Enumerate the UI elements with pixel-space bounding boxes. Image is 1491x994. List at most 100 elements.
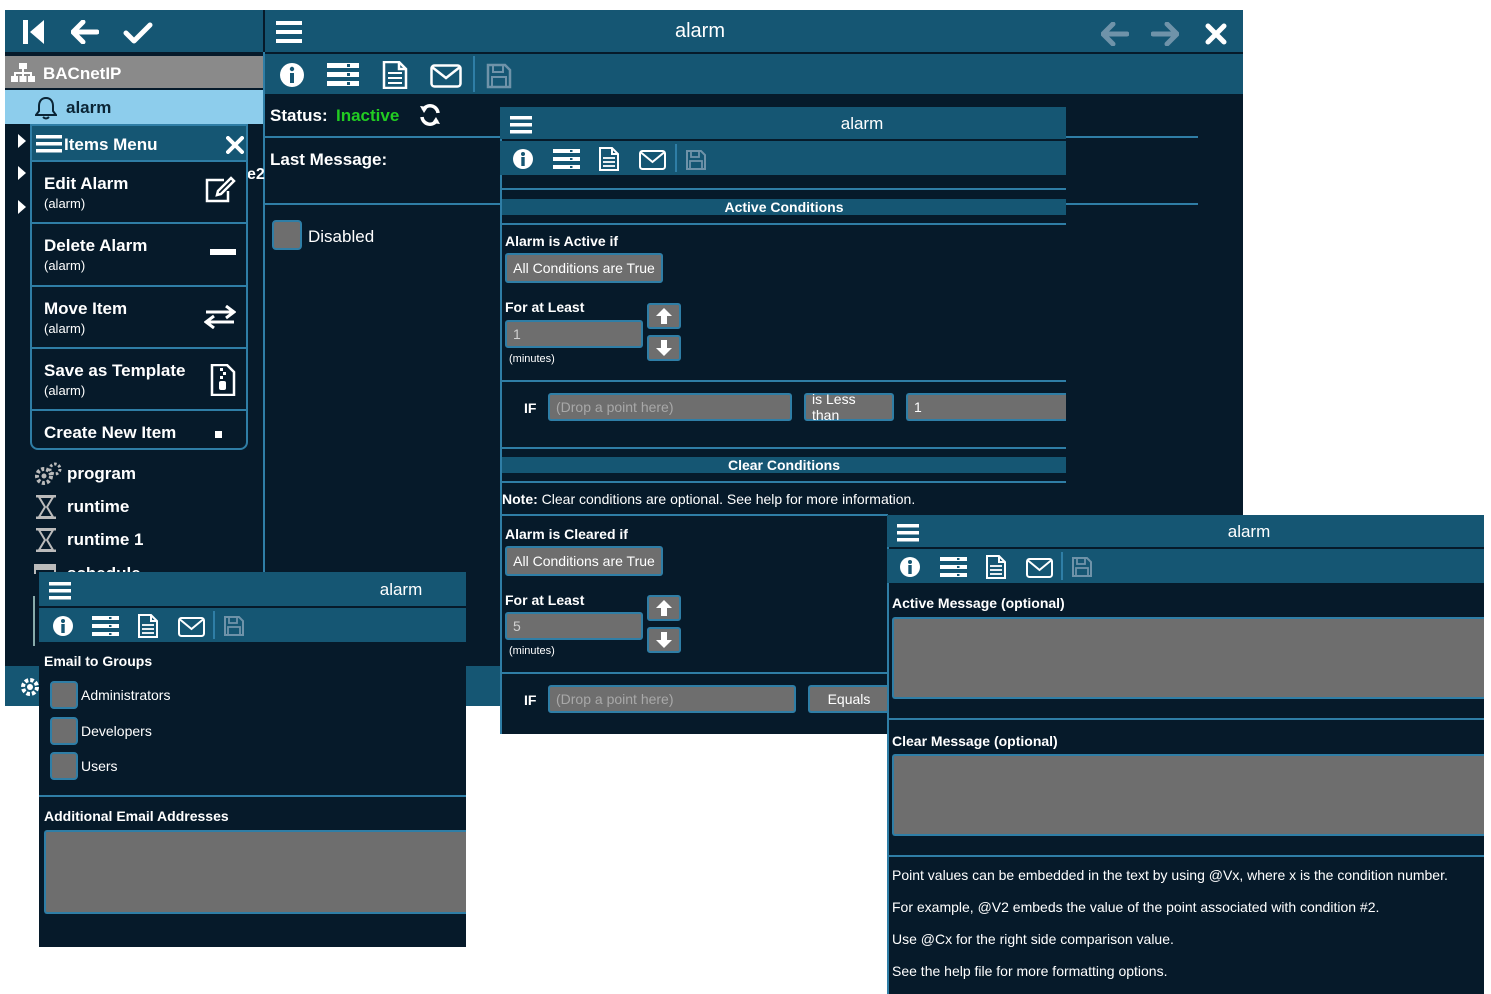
group-checkbox-users[interactable]	[50, 752, 78, 780]
if-label: IF	[524, 692, 537, 708]
expand-caret-icon[interactable]	[18, 134, 26, 148]
check-icon[interactable]	[123, 22, 153, 44]
status-row: Status: Inactive	[270, 102, 500, 130]
hourglass-icon	[36, 528, 56, 552]
tree-root-row[interactable]: BACnetIP	[5, 56, 263, 88]
list-icon[interactable]	[553, 149, 580, 169]
envelope-icon[interactable]	[178, 617, 205, 637]
tree-item-alarm[interactable]: alarm	[5, 90, 263, 124]
close-icon[interactable]	[226, 136, 244, 154]
document-icon[interactable]	[382, 61, 408, 89]
message-title-bar: alarm	[887, 515, 1484, 547]
tree-item-runtime-1[interactable]: runtime 1	[32, 526, 252, 554]
menu-item-delete-alarm[interactable]: Delete Alarm (alarm)	[32, 222, 246, 282]
active-mode-select[interactable]: All Conditions are True	[505, 253, 663, 283]
drop-point-input[interactable]: (Drop a point here)	[548, 685, 796, 713]
group-label: Users	[81, 758, 118, 774]
divider	[502, 514, 888, 516]
clear-message-textarea[interactable]	[892, 754, 1484, 836]
disabled-checkbox[interactable]	[272, 220, 302, 250]
list-icon[interactable]	[940, 557, 967, 577]
tree-item-runtime[interactable]: runtime	[32, 493, 252, 521]
arrow-down-icon	[656, 632, 672, 648]
back-icon[interactable]	[71, 20, 99, 44]
menu-item-save-template[interactable]: Save as Template (alarm)	[32, 347, 246, 407]
decrement-button[interactable]	[647, 335, 681, 361]
additional-email-label: Additional Email Addresses	[44, 808, 229, 824]
info-icon[interactable]	[52, 615, 74, 637]
conditions-title: alarm	[840, 114, 884, 133]
arrow-up-icon	[656, 600, 672, 616]
compare-value-input[interactable]: 1	[906, 393, 1066, 421]
tree-item-label: runtime	[67, 497, 130, 516]
disabled-label: Disabled	[308, 227, 375, 246]
save-icon[interactable]	[685, 149, 707, 171]
drop-point-input[interactable]: (Drop a point here)	[548, 393, 792, 421]
save-icon[interactable]	[1071, 556, 1093, 578]
divider	[265, 136, 500, 138]
envelope-icon[interactable]	[639, 150, 666, 170]
menu-item-move-item[interactable]: Move Item (alarm)	[32, 285, 246, 345]
envelope-icon[interactable]	[430, 64, 462, 88]
alarm-active-if-label: Alarm is Active if	[505, 233, 619, 249]
group-label: Developers	[81, 723, 152, 739]
decrement-button[interactable]	[647, 627, 681, 653]
menu-list-icon	[36, 135, 62, 153]
document-icon[interactable]	[985, 555, 1007, 579]
gear-icon[interactable]	[19, 676, 41, 698]
email-title-bar: alarm	[39, 572, 466, 606]
increment-button[interactable]	[647, 303, 681, 329]
info-icon[interactable]	[512, 148, 534, 170]
save-icon[interactable]	[223, 615, 245, 637]
active-minutes-input[interactable]: 1	[505, 320, 643, 348]
menu-item-title: Create New Item	[44, 423, 177, 439]
active-message-textarea[interactable]	[892, 617, 1484, 699]
bell-icon	[35, 96, 57, 120]
close-icon[interactable]	[1205, 23, 1227, 45]
menu-item-title: Edit Alarm	[44, 174, 129, 193]
message-title: alarm	[1227, 522, 1271, 541]
clear-message-label: Clear Message (optional)	[892, 733, 1058, 749]
info-icon[interactable]	[899, 556, 921, 578]
comparator-select[interactable]: is Less than	[804, 391, 894, 423]
save-icon[interactable]	[486, 63, 512, 89]
expand-caret-icon[interactable]	[18, 166, 26, 180]
comparator-select[interactable]: Equals	[808, 685, 888, 713]
note-text: Clear conditions are optional. See help …	[537, 491, 916, 507]
group-checkbox-developers[interactable]	[50, 717, 78, 745]
tree-truncated-text: e2	[247, 166, 265, 183]
clear-mode-select[interactable]: All Conditions are True	[505, 546, 663, 576]
items-menu-header: Items Menu	[32, 126, 246, 160]
help-line: See the help file for more formatting op…	[892, 963, 1168, 979]
divider	[39, 795, 466, 797]
menu-item-create-new[interactable]: Create New Item	[32, 409, 246, 439]
email-title: alarm	[379, 580, 423, 599]
email-groups-label: Email to Groups	[44, 653, 153, 669]
tree-item-label: runtime 1	[67, 530, 144, 549]
divider	[1066, 136, 1198, 138]
menu-item-edit-alarm[interactable]: Edit Alarm (alarm)	[32, 160, 246, 220]
menu-item-sub: (alarm)	[44, 321, 86, 336]
nav-forward-icon[interactable]	[1151, 22, 1179, 46]
refresh-icon[interactable]	[418, 103, 442, 127]
nav-back-icon[interactable]	[1101, 22, 1129, 46]
menu-item-title: Delete Alarm	[44, 236, 148, 255]
items-menu-title: Items Menu	[64, 135, 158, 154]
envelope-icon[interactable]	[1026, 558, 1053, 578]
list-icon[interactable]	[327, 63, 359, 87]
document-icon[interactable]	[137, 614, 159, 638]
tree-item-program[interactable]: program	[32, 460, 252, 488]
expand-caret-icon[interactable]	[18, 200, 26, 214]
edit-icon	[204, 176, 236, 204]
status-value: Inactive	[336, 106, 400, 125]
email-toolbar	[39, 608, 466, 642]
additional-email-textarea[interactable]	[44, 830, 466, 914]
document-icon[interactable]	[598, 147, 620, 171]
info-icon[interactable]	[279, 62, 305, 88]
group-checkbox-administrators[interactable]	[50, 681, 78, 709]
clear-minutes-input[interactable]: 5	[505, 612, 643, 640]
message-toolbar	[887, 549, 1484, 583]
first-icon[interactable]	[23, 20, 45, 44]
list-icon[interactable]	[92, 616, 119, 636]
minus-icon	[210, 249, 236, 255]
